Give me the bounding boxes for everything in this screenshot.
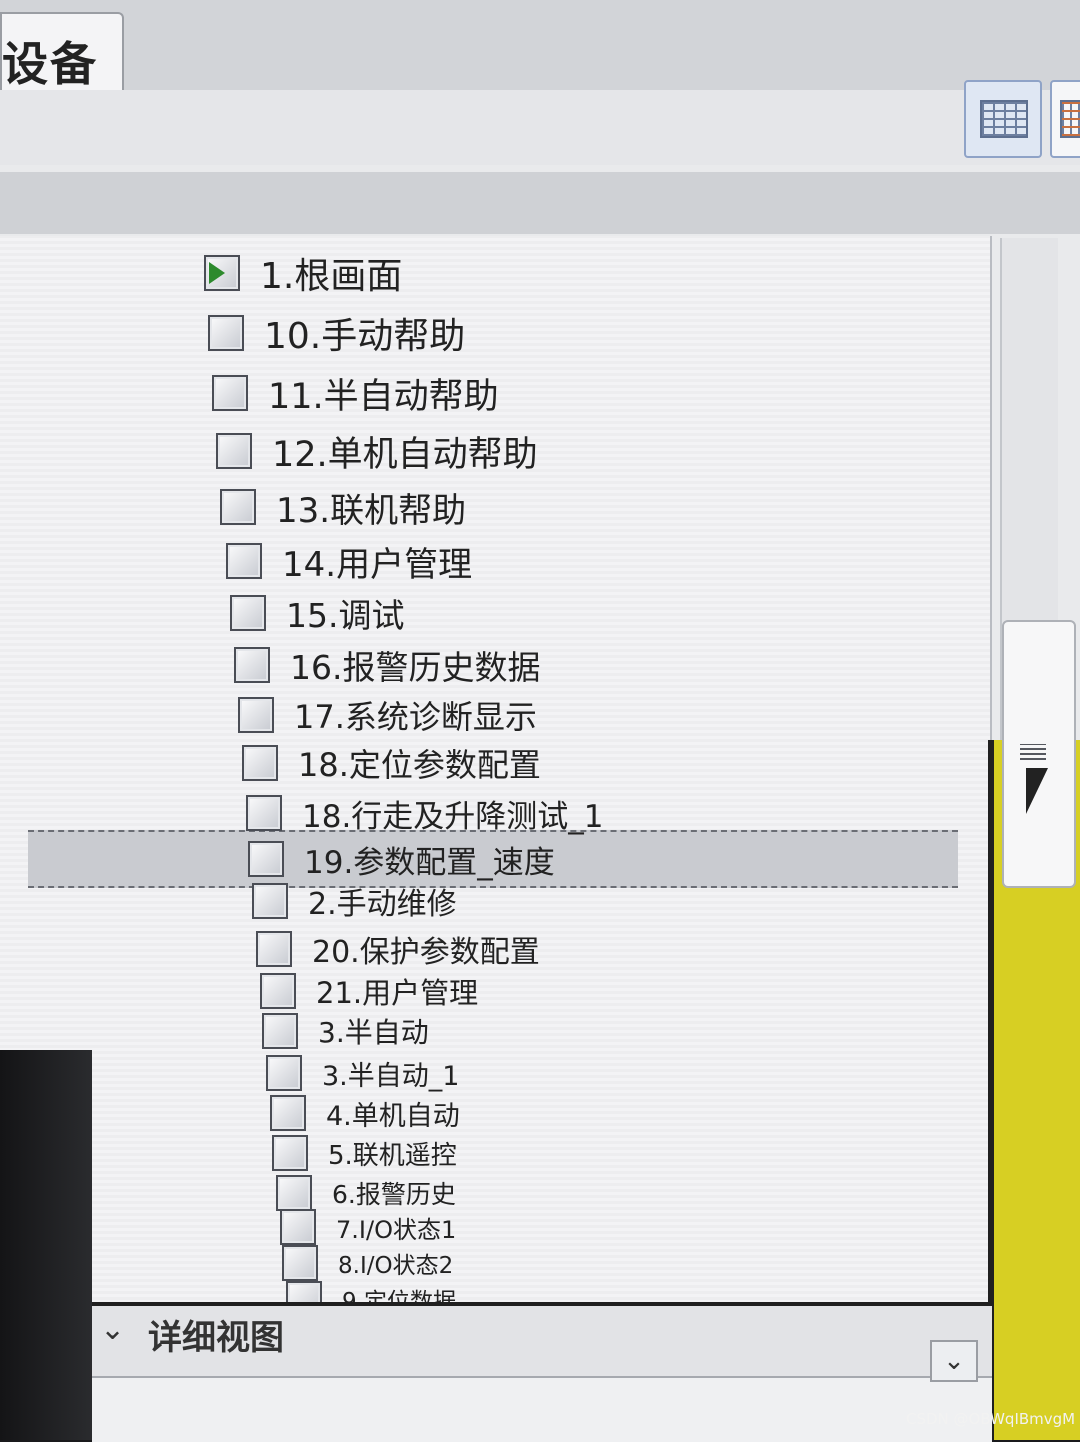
list-item[interactable]: 3.半自动 [262,1008,429,1054]
list-item[interactable]: 18.行走及升降测试_1 [246,790,604,836]
screen-icon [234,647,270,683]
header-band [0,172,1080,234]
screen-icon [242,745,278,781]
list-item-label: 3.半自动 [318,1016,429,1049]
list-item-label: 1.根画面 [260,256,403,297]
list-item-label: 15.调试 [286,596,405,635]
list-item-label: 3.半自动_1 [322,1060,460,1092]
tab-devices-label: 设备 [2,37,98,91]
scrollbar-grip-icon [1020,744,1046,760]
screen-icon [212,375,248,411]
screen-icon [252,883,288,919]
list-item[interactable]: 15.调试 [230,590,404,636]
screen-icon [220,489,256,525]
list-item-label: 10.手动帮助 [264,316,466,357]
screen-icon [216,433,252,469]
list-item-label: 2.手动维修 [308,887,457,922]
list-item-label: 21.用户管理 [316,976,479,1010]
list-item[interactable]: 14.用户管理 [226,538,473,585]
list-item-label: 18.行走及升降测试_1 [302,798,604,835]
list-item[interactable]: 12.单机自动帮助 [216,428,538,475]
grid-view-icon [1060,100,1080,138]
list-item-label: 8.I/O状态2 [338,1253,454,1279]
screen-icon [256,931,292,967]
list-view-button[interactable] [964,80,1042,158]
list-item[interactable]: 10.手动帮助 [208,310,466,357]
screen-icon [246,795,282,831]
list-view-icon [980,100,1028,138]
screen-bezel [0,1050,92,1440]
screen-icon [208,315,244,351]
list-item-label: 17.系统诊断显示 [294,698,537,736]
screen-icon [226,543,262,579]
list-item-label: 13.联机帮助 [276,490,467,531]
list-item[interactable]: 18.定位参数配置 [242,740,541,786]
list-item[interactable]: 20.保护参数配置 [256,926,540,972]
list-item-label: 14.用户管理 [282,544,473,585]
details-view-area [92,1376,992,1442]
list-item-label: 16.报警历史数据 [290,648,541,687]
list-item[interactable]: 2.手动维修 [252,878,457,924]
list-item-label: 20.保护参数配置 [312,935,540,970]
mouse-cursor-icon [1026,768,1048,814]
tab-devices[interactable]: 设备 [0,12,124,92]
list-item-label: 12.单机自动帮助 [272,434,538,475]
screen-icon [238,697,274,733]
toolbar [0,90,1080,165]
list-item[interactable]: 13.联机帮助 [220,484,467,531]
list-item-label: 5.联机遥控 [328,1140,457,1171]
list-item[interactable]: 19.参数配置_速度 [28,830,958,888]
screen: 设备 1.根画面 10.手动帮助 11.半自动帮助 12.单机自动帮助 13.联机帮助 1… [0,0,1080,1442]
screen-icon [266,1055,302,1091]
scroll-down-button[interactable]: ⌄ [930,1340,978,1382]
screen-icon [230,595,266,631]
screen-icon [262,1013,298,1049]
list-item-label: 11.半自动帮助 [268,376,499,417]
list-item[interactable]: 16.报警历史数据 [234,642,540,688]
list-item[interactable]: 17.系统诊断显示 [238,692,537,738]
watermark: CSDN @OBWqIBmvgM [906,1410,1076,1428]
grid-view-button[interactable] [1050,80,1080,158]
screen-icon [272,1135,308,1171]
screen-icon [260,973,296,1009]
chevron-down-icon[interactable]: ⌄ [100,1312,125,1347]
list-item[interactable]: 1.根画面 [204,250,403,297]
root-screen-icon [204,255,240,291]
list-item-label: 19.参数配置_速度 [304,844,555,881]
list-item-label: 18.定位参数配置 [298,746,541,784]
screen-icon [248,841,284,877]
tab-strip: 设备 [0,0,1080,92]
details-view-label: 详细视图 [148,1318,284,1358]
screen-icon [270,1095,306,1131]
list-item[interactable]: 11.半自动帮助 [212,370,499,417]
list-item-label: 4.单机自动 [326,1100,460,1132]
